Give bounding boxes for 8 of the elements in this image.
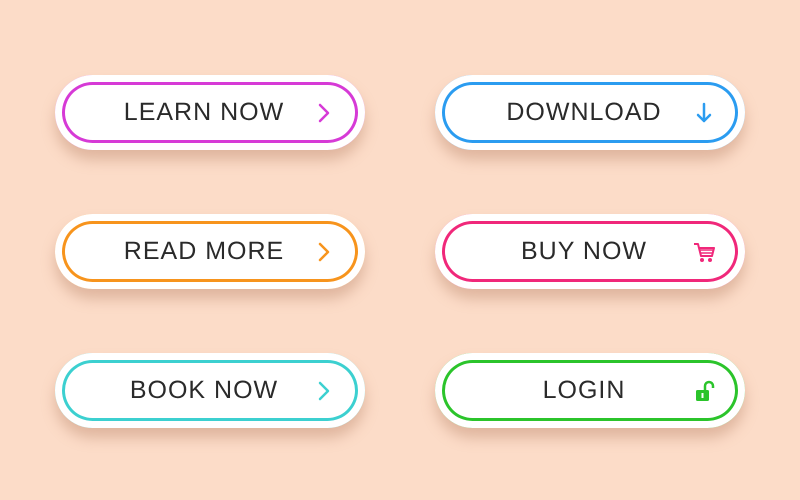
unlocked-padlock-icon (693, 380, 715, 402)
pill-button[interactable]: BUY NOW (435, 214, 745, 289)
cart-icon (693, 240, 715, 262)
pill-button[interactable]: LOGIN (435, 353, 745, 428)
pill-button[interactable]: BOOK NOW (55, 353, 365, 428)
pill-button[interactable]: READ MORE (55, 214, 365, 289)
pill-button[interactable]: DOWNLOAD (435, 75, 745, 150)
pill-button[interactable]: LEARN NOW (55, 75, 365, 150)
